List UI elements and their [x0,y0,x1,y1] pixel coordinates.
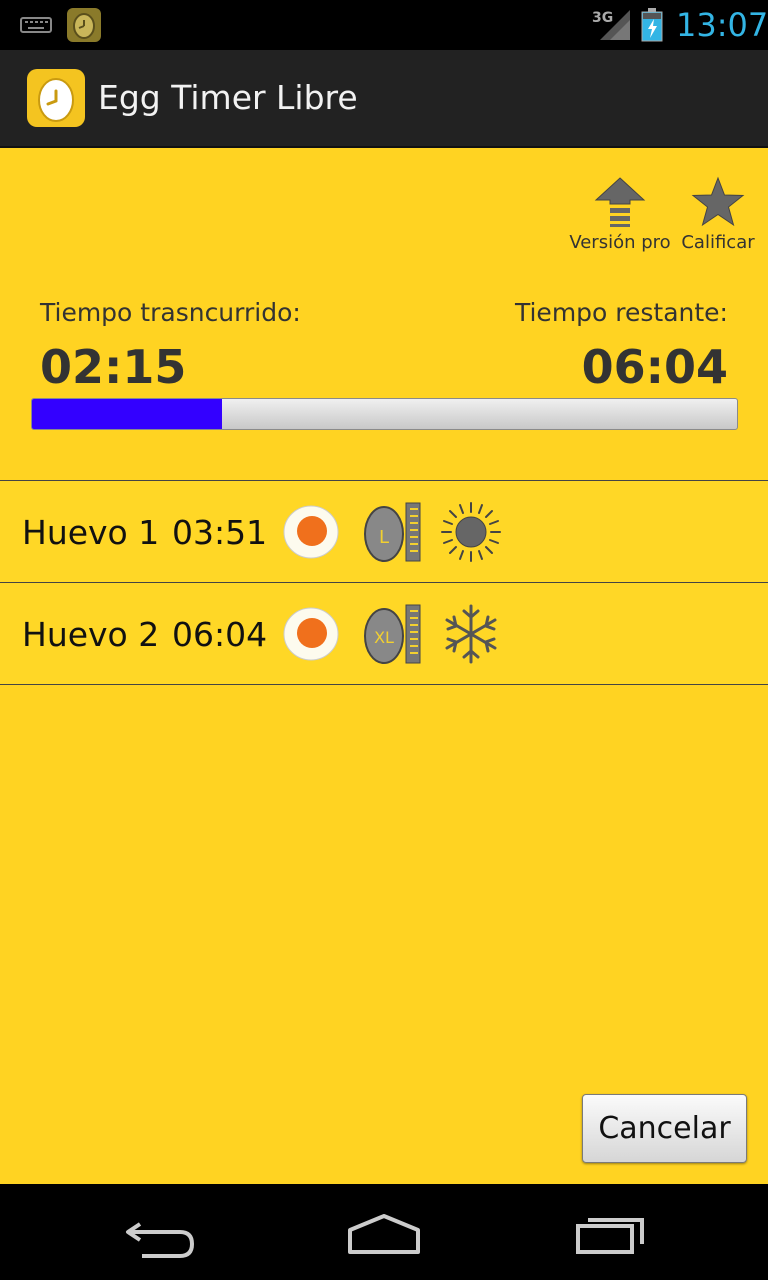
network-type-label: 3G [592,10,613,26]
status-clock: 13:07 [676,6,768,44]
battery-charging-icon [641,8,663,42]
remaining-time-label: Tiempo restante: [514,298,728,327]
pro-version-label: Versión pro [569,232,671,253]
app-title: Egg Timer Libre [98,78,358,117]
egg-size-label: L [379,527,389,548]
egg-timer-notification-icon [67,8,101,42]
upgrade-arrow-icon [594,177,646,227]
progress-fill [32,399,223,429]
rate-label: Calificar [681,232,755,253]
elapsed-time-label: Tiempo trasncurrido: [40,298,301,327]
signal-icon: 3G [592,10,630,40]
snowflake-icon [445,604,497,664]
cancel-button[interactable]: Cancelar [582,1094,747,1163]
status-bar: 3G 13:07 [0,0,768,50]
egg-size-icon: L [364,502,421,562]
action-bar: Egg Timer Libre [0,50,768,148]
egg-name: Huevo 1 [22,513,160,552]
egg-time: 06:04 [172,615,268,654]
elapsed-time-value: 02:15 [40,340,187,394]
egg-size-icon: XL [364,604,421,664]
egg-clock-icon[interactable] [27,69,85,127]
egg-list-item[interactable]: Huevo 1 03:51 L [0,480,768,582]
list-divider [0,684,768,685]
navigation-bar [0,1184,768,1280]
progress-bar [31,398,738,430]
egg-list-item[interactable]: Huevo 2 06:04 XL [0,582,768,684]
soft-yolk-icon [283,505,339,559]
recents-icon[interactable] [570,1204,650,1260]
soft-yolk-icon [283,607,339,661]
home-icon[interactable] [344,1204,424,1260]
pro-version-button[interactable]: Versión pro [566,170,674,260]
sun-icon [441,502,501,562]
star-icon [691,176,745,227]
back-icon[interactable] [120,1204,200,1260]
egg-time: 03:51 [172,513,268,552]
egg-name: Huevo 2 [22,615,160,654]
remaining-time-value: 06:04 [581,340,728,394]
keyboard-icon [20,17,52,33]
egg-size-label: XL [374,628,394,647]
rate-button[interactable]: Calificar [678,170,758,260]
